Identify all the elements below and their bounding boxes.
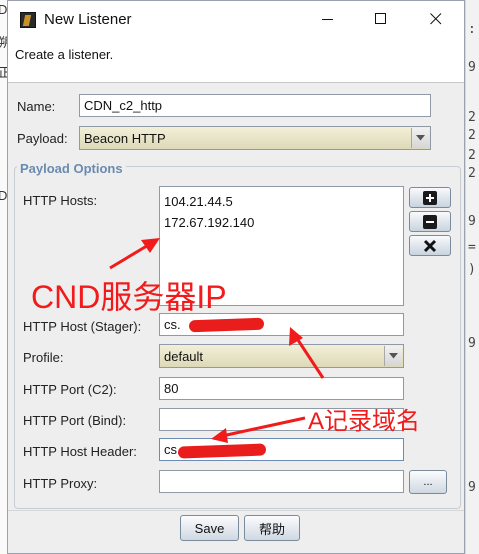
payload-selected-value: Beacon HTTP xyxy=(84,131,166,146)
background-text: = xyxy=(468,240,476,255)
http-port-c2-label: HTTP Port (C2): xyxy=(23,382,117,397)
profile-selected-value: default xyxy=(164,349,204,364)
minimize-button[interactable] xyxy=(305,1,351,37)
background-text: 9 xyxy=(468,480,476,495)
background-text: 2 xyxy=(468,166,476,181)
minus-icon xyxy=(423,214,437,229)
dialog-header: Create a listener. xyxy=(8,39,464,83)
chevron-down-icon xyxy=(384,346,402,366)
chevron-down-icon xyxy=(411,128,429,148)
close-icon xyxy=(430,13,442,25)
http-proxy-label: HTTP Proxy: xyxy=(23,476,98,491)
proxy-settings-button[interactable]: ... xyxy=(409,470,447,494)
name-field[interactable]: CDN_c2_http xyxy=(79,94,431,117)
close-button[interactable] xyxy=(413,1,459,37)
background-window-right: : 9 2 2 2 2 9 = ) 9 9 xyxy=(465,0,479,554)
profile-select[interactable]: default xyxy=(159,344,404,368)
list-item[interactable]: 104.21.44.5 xyxy=(164,191,399,212)
add-host-button[interactable] xyxy=(409,187,451,208)
http-port-c2-field[interactable]: 80 xyxy=(159,377,404,400)
payload-select[interactable]: Beacon HTTP xyxy=(79,126,431,150)
background-text: ) xyxy=(468,262,476,277)
http-host-header-label: HTTP Host Header: xyxy=(23,444,137,459)
background-text: 2 xyxy=(468,128,476,143)
http-proxy-field[interactable] xyxy=(159,470,404,493)
http-host-stager-value: cs. xyxy=(164,317,181,332)
app-icon xyxy=(20,12,36,28)
background-text: : xyxy=(468,22,476,37)
name-label: Name: xyxy=(17,99,56,114)
background-text: 2 xyxy=(468,110,476,125)
plus-icon xyxy=(423,190,437,205)
footer-divider xyxy=(8,510,464,511)
clear-hosts-button[interactable] xyxy=(409,235,451,256)
http-port-bind-label: HTTP Port (Bind): xyxy=(23,413,127,428)
http-hosts-label: HTTP Hosts: xyxy=(23,193,98,208)
payload-options-title: Payload Options xyxy=(17,161,126,176)
minimize-icon xyxy=(322,19,333,20)
help-button[interactable]: 帮助 xyxy=(244,515,300,541)
annotation-cdn-ip: CND服务器IP xyxy=(31,279,227,315)
dialog-description: Create a listener. xyxy=(15,47,114,62)
profile-label: Profile: xyxy=(23,350,64,365)
background-text: 2 xyxy=(468,148,476,163)
title-bar[interactable]: New Listener xyxy=(8,1,464,39)
remove-host-button[interactable] xyxy=(409,211,451,232)
background-text: 9 xyxy=(468,214,476,229)
window-title: New Listener xyxy=(44,11,132,28)
http-host-stager-label: HTTP Host (Stager): xyxy=(23,319,142,334)
save-button[interactable]: Save xyxy=(180,515,239,541)
background-text: 9 xyxy=(468,336,476,351)
maximize-icon xyxy=(375,13,386,24)
annotation-a-record: A记录域名 xyxy=(308,408,421,435)
payload-label: Payload: xyxy=(17,131,68,146)
list-item[interactable]: 172.67.192.140 xyxy=(164,212,399,233)
maximize-button[interactable] xyxy=(358,1,404,37)
background-text: 9 xyxy=(468,60,476,75)
clear-x-icon xyxy=(423,239,437,252)
